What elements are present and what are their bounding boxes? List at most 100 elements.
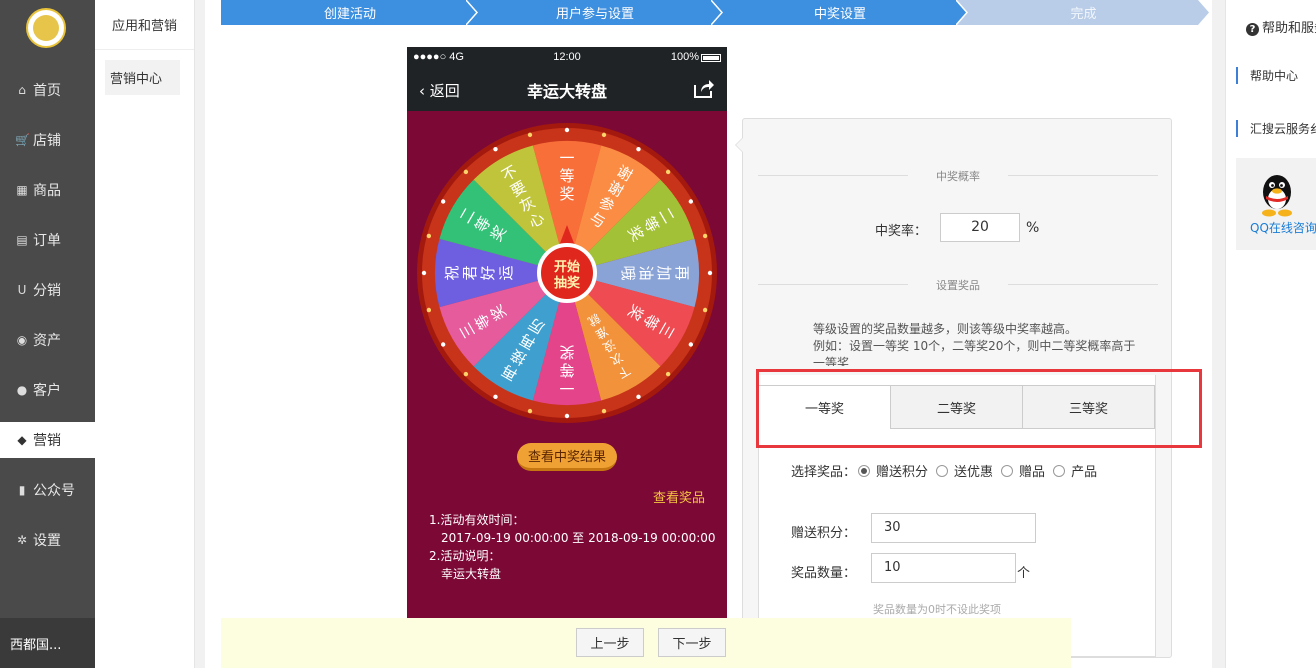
rule-time-value: 2017-09-19 00:00:00 至 2018-09-19 00:00:0… [441, 531, 716, 545]
phone-preview: ●●●●○ 4G 12:00 100% ‹ 返回 幸运大转盘 一等奖谢谢参与二等… [407, 47, 727, 627]
radio-gift[interactable] [1001, 464, 1014, 477]
home-icon: ⌂ [18, 83, 26, 97]
shop-name[interactable]: 西都国... [0, 618, 95, 668]
wheel-segment-char: 一 [559, 149, 574, 167]
wheel-segment-char: 奖 [559, 343, 574, 361]
phone-page-title: 幸运大转盘 [526, 82, 607, 101]
points-input[interactable]: 30 [871, 513, 1036, 543]
view-result-button[interactable]: 查看中奖结果 [517, 443, 617, 471]
start-draw-label: 抽奖 [554, 275, 581, 291]
document-icon: ▤ [16, 233, 28, 247]
quantity-hint: 奖品数量为0时不设此奖项 [873, 603, 1001, 616]
quantity-input[interactable]: 10 [871, 553, 1016, 583]
logo[interactable] [26, 8, 66, 48]
radio-points[interactable] [858, 464, 871, 477]
magnet-icon: U [17, 283, 27, 297]
prize-type-label: 选择奖品： [791, 465, 857, 480]
wheel-light [564, 413, 570, 419]
rule-desc-value: 幸运大转盘 [441, 567, 502, 581]
nav-item-store[interactable]: 🛒 店铺 [0, 122, 95, 158]
step-user-participation: 用户参与设置 [466, 0, 724, 25]
wheel-light [688, 199, 694, 204]
wheel-light [636, 394, 641, 400]
tags-icon: ◆ [17, 433, 27, 447]
wheel-light [636, 146, 641, 152]
prize-tip: 等级设置的奖品数量越多，则该等级中奖率越高。 例如：设置一等奖 10个，二等奖2… [813, 322, 1136, 366]
wheel-light [564, 127, 570, 133]
wheel-segment-char: 运 [497, 265, 515, 280]
sub-sidebar: 应用和营销 营销中心 [95, 0, 195, 668]
share-icon[interactable] [693, 79, 715, 103]
step-create-activity: 创建活动 [221, 0, 479, 25]
bottom-action-bar: 上一步 下一步 [221, 618, 1071, 668]
win-rate-input[interactable]: 20 [940, 213, 1020, 242]
wheel-segment-char: 油 [637, 265, 655, 280]
start-draw-label: 开始 [554, 259, 580, 275]
wheel-light [665, 371, 671, 377]
wheel-light [440, 342, 446, 347]
subnav-item-marketing-center[interactable]: 营销中心 [105, 60, 180, 95]
wheel-segment-char: 加 [655, 265, 673, 280]
win-rate-label: 中奖率： [875, 224, 928, 239]
nav-item-assets[interactable]: ◉ 资产 [0, 322, 95, 358]
wheel-light [527, 408, 533, 414]
cloud-service-link[interactable]: 汇搜云服务纟 [1236, 120, 1316, 137]
quantity-label: 奖品数量： [791, 566, 857, 581]
battery-icon [701, 54, 721, 62]
next-step-button[interactable]: 下一步 [658, 628, 726, 657]
wheel-light [426, 233, 432, 239]
wheel-segment-label: 一等奖 [559, 149, 574, 203]
lucky-wheel[interactable]: 一等奖谢谢参与二等奖再加油哦三等奖下次没准就一等奖再接再厉三等奖祝君好运二等奖不… [417, 123, 717, 423]
gift-icon: ▦ [16, 183, 28, 197]
gear-icon: ✲ [16, 533, 28, 547]
wheel-light [426, 307, 432, 313]
wheel-light [601, 132, 607, 138]
phone-title-bar: ‹ 返回 幸运大转盘 [407, 69, 727, 111]
subnav-heading: 应用和营销 [95, 0, 194, 50]
wheel-light [702, 307, 708, 313]
wheel-segment-label: 祝君好运 [443, 265, 515, 280]
highlight-box [756, 369, 1202, 448]
wheel-light [601, 408, 607, 414]
nav-item-orders[interactable]: ▤ 订单 [0, 222, 95, 258]
phone-status-bar: ●●●●○ 4G 12:00 100% [407, 47, 727, 69]
prize-type-choice: 选择奖品： 赠送积分 送优惠 赠品 产品 [791, 461, 1097, 480]
wheel-light [688, 342, 694, 347]
section-win-rate: 中奖概率 [758, 168, 1158, 183]
qq-penguin-icon [1262, 175, 1292, 217]
radio-product[interactable] [1053, 464, 1066, 477]
nav-item-marketing[interactable]: ◆ 营销 [0, 422, 95, 458]
nav-item-distribution[interactable]: U 分销 [0, 272, 95, 308]
cart-icon: 🛒 [15, 133, 30, 147]
wheel-segment-char: 君 [461, 265, 479, 280]
nav-item-home[interactable]: ⌂ 首页 [0, 72, 95, 108]
qq-consult[interactable]: QQ在线咨询 [1236, 158, 1316, 250]
view-prize-link[interactable]: 查看奖品 [653, 487, 705, 506]
main-sidebar: ⌂ 首页 🛒 店铺 ▦ 商品 ▤ 订单 U 分销 ◉ 资产 ● 客户 ◆ 营销 ▮ 公众号 ✲ 设置… [0, 0, 95, 668]
help-center-link[interactable]: 帮助中心 [1236, 67, 1298, 84]
wheel-light [527, 132, 533, 138]
wheel-light [665, 169, 671, 175]
wheel-segment-char: 一 [559, 379, 574, 397]
rule-desc-label: 2.活动说明： [429, 549, 501, 563]
wheel-segment-label: 再加油哦 [619, 265, 691, 280]
nav-item-customers[interactable]: ● 客户 [0, 372, 95, 408]
wheel-light [707, 270, 713, 276]
nav-item-settings[interactable]: ✲ 设置 [0, 522, 95, 558]
step-progress: 创建活动 用户参与设置 中奖设置 完成 [221, 0, 1211, 25]
radio-coupon[interactable] [936, 464, 949, 477]
wheel-light [702, 233, 708, 239]
activity-rules: 1.活动有效时间： 2017-09-19 00:00:00 至 2018-09-… [429, 511, 716, 583]
wheel-segment-char: 等 [559, 361, 574, 379]
wheel-segment-char: 等 [559, 167, 574, 185]
wheel-segment-char: 好 [479, 265, 497, 280]
nav-item-products[interactable]: ▦ 商品 [0, 172, 95, 208]
user-icon: ● [16, 383, 28, 397]
wheel-segment-char: 奖 [559, 185, 574, 203]
wheel-light [463, 169, 469, 175]
nav-item-official-account[interactable]: ▮ 公众号 [0, 472, 95, 508]
wheel-light [463, 371, 469, 377]
section-set-prize: 设置奖品 [758, 277, 1158, 292]
points-label: 赠送积分： [791, 526, 857, 541]
prev-step-button[interactable]: 上一步 [576, 628, 644, 657]
